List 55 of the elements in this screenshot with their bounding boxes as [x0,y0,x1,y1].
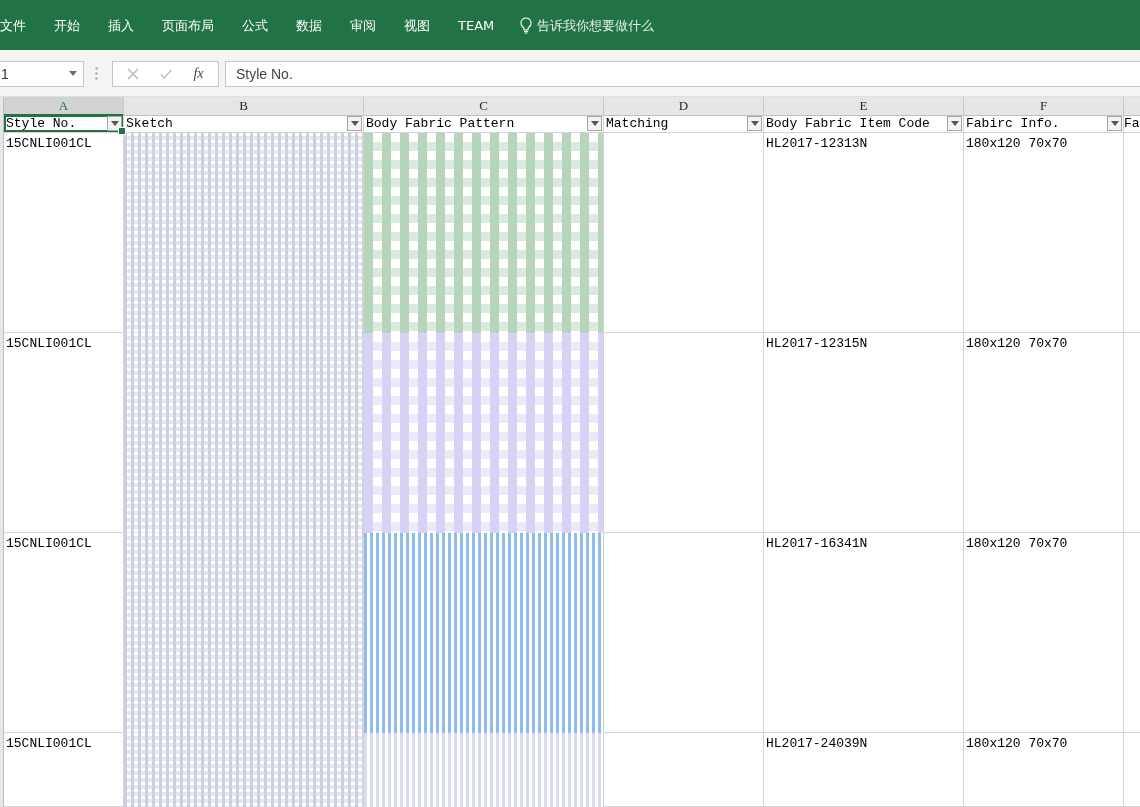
check-icon [160,67,173,80]
ribbon-tab[interactable]: 页面布局 [148,12,228,39]
column-header[interactable]: B [124,97,364,116]
filter-button[interactable] [747,116,762,131]
filter-button[interactable] [587,116,602,131]
header-cell[interactable]: Fa [1124,115,1140,133]
ribbon-tab[interactable]: 公式 [228,12,282,39]
caret-icon [590,121,599,126]
insert-function-button[interactable]: fx [189,63,208,84]
header-cell[interactable]: Body Fabric Item Code [764,115,964,133]
table-cell: 180x120 70x70 [964,333,1124,533]
filter-button[interactable] [107,116,122,131]
caret-icon [1110,121,1119,126]
tell-me-search-field[interactable]: 告诉我你想要做什么 [520,17,663,34]
column-heading: Style No. [6,115,77,132]
column-heading: Fabirc Info. [966,115,1060,132]
table-cell: HL2017-12315N [764,333,964,533]
column-header[interactable]: C [364,97,604,116]
lightbulb-icon [520,17,533,34]
filter-button[interactable] [947,116,962,131]
ribbon-tab[interactable]: 视图 [390,12,444,39]
column-heading: Sketch [126,115,173,132]
filter-button[interactable] [1107,116,1122,131]
caret-icon [69,71,77,76]
ribbon-tab[interactable]: 开始 [40,12,94,39]
table-cell: HL2017-24039N [764,733,964,807]
table-cell: HL2017-12313N [764,133,964,333]
grip-dots-icon[interactable] [95,67,98,80]
column-heading: Matching [606,115,669,132]
caret-icon [750,121,759,126]
formula-input-field[interactable]: Style No. [225,60,1140,87]
name-box-field[interactable]: 1 [0,60,84,87]
column-header[interactable]: F [964,97,1124,116]
column-header[interactable]: E [764,97,964,116]
column-heading: Body Fabric Item Code [766,115,930,132]
column-header[interactable]: D [604,97,764,116]
caret-icon [110,121,119,126]
header-cell[interactable]: Fabirc Info. [964,115,1124,133]
table-cell: 180x120 70x70 [964,133,1124,333]
filter-button[interactable] [347,116,362,131]
ribbon-tab[interactable]: 审阅 [336,12,390,39]
header-cell[interactable]: Matching [604,115,764,133]
ribbon-tab[interactable]: TEAM [444,12,509,39]
ribbon-tab[interactable]: 文件 [0,12,40,39]
table-cell: 180x120 70x70 [964,533,1124,733]
ribbon-tab[interactable]: 数据 [282,12,336,39]
caret-icon [350,121,359,126]
header-cell[interactable]: Style No. [4,115,124,133]
table-cell: 180x120 70x70 [964,733,1124,807]
close-icon [127,67,140,80]
caret-icon [950,121,959,126]
table-cell: HL2017-16341N [764,533,964,733]
fill-handle[interactable] [118,127,126,135]
column-heading: Body Fabric Pattern [366,115,515,132]
ribbon-tab[interactable]: 插入 [94,12,148,39]
